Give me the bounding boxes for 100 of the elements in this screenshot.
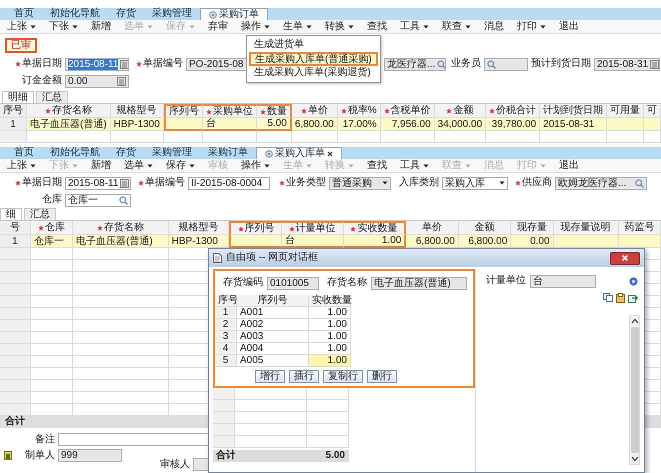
caret-icon xyxy=(72,164,78,168)
caret-icon xyxy=(423,164,429,168)
row-button[interactable]: 删行 xyxy=(367,370,397,383)
toolbar-button[interactable]: 生单 xyxy=(278,20,317,32)
close-button[interactable] xyxy=(610,252,640,264)
tab[interactable]: 采购订单 xyxy=(200,8,268,20)
tab[interactable]: 汇总 xyxy=(24,208,56,220)
toolbar-button[interactable]: 工具 xyxy=(395,20,434,32)
text-field[interactable]: 0101005 xyxy=(267,276,319,290)
tab[interactable]: 明细 xyxy=(2,91,34,103)
toolbar-button[interactable]: 联查 xyxy=(437,20,476,32)
tab[interactable]: 首页 xyxy=(6,8,42,20)
search-field[interactable]: 欧姆龙医疗器... xyxy=(555,176,647,190)
toolbar-button[interactable]: 保存 xyxy=(161,160,200,172)
tab[interactable]: 采购入库单 xyxy=(256,147,342,159)
toolbar-button[interactable]: 退出 xyxy=(554,20,584,32)
column-header: 含税单价 xyxy=(384,105,431,116)
field-label: 制单人 xyxy=(24,450,55,462)
toolbar-button[interactable]: 工具 xyxy=(395,160,434,172)
caret-icon xyxy=(30,164,36,168)
toolbar-button[interactable]: 退出 xyxy=(554,160,584,172)
column-header: 单价 xyxy=(422,222,442,233)
column-header: 可 xyxy=(647,105,658,116)
circle-icon xyxy=(265,150,273,158)
field-label: 单据日期 xyxy=(15,58,62,70)
table-cell: 台 xyxy=(282,235,344,248)
toolbar-button[interactable]: 查找 xyxy=(362,160,392,172)
table-cell: 2015-08-31 xyxy=(540,118,608,132)
field-label: 单据编号 xyxy=(138,177,185,189)
scrollbar[interactable] xyxy=(629,315,640,465)
row-number: 4 xyxy=(215,343,237,355)
field-label: 单据日期 xyxy=(15,177,62,189)
text-field[interactable]: 台 xyxy=(530,274,596,288)
tab[interactable]: 细 xyxy=(0,208,22,220)
toolbar-button[interactable]: 下张 xyxy=(44,20,83,32)
toolbar-button[interactable]: 消息 xyxy=(479,20,509,32)
menu-item[interactable]: 生成采购入库单(普通采购) xyxy=(249,52,378,66)
toolbar-button[interactable]: 弃审 xyxy=(203,20,233,32)
column-header: 实收数量 xyxy=(350,223,398,234)
table-cell: A003 xyxy=(237,331,309,343)
search-icon xyxy=(119,196,128,204)
caret-icon xyxy=(348,24,354,28)
toolbar-button[interactable]: 操作 xyxy=(236,20,275,32)
column-header: 序列号 xyxy=(238,223,275,234)
tab[interactable]: 存货 xyxy=(108,147,144,159)
column-header: 现存量说明 xyxy=(560,222,611,233)
column-header: 序号 xyxy=(215,295,237,307)
toolbar-button[interactable]: 打印 xyxy=(512,20,551,32)
toolbar-button[interactable]: 上张 xyxy=(2,20,41,32)
toolbar-button[interactable]: 选单 xyxy=(119,160,158,172)
toolbar-button[interactable]: 新增 xyxy=(86,160,116,172)
field-label: 业务类型 xyxy=(279,177,326,189)
column-header: 现存量 xyxy=(516,222,547,233)
number-field[interactable]: 0.00 xyxy=(65,74,129,88)
search-field[interactable]: 龙医疗器... xyxy=(384,58,446,70)
tab[interactable]: 存货 xyxy=(108,8,144,20)
scroll-thumb[interactable] xyxy=(630,327,638,453)
toolbar-button[interactable]: 新增 xyxy=(86,20,116,32)
tab[interactable]: 采购管理 xyxy=(144,8,200,20)
toolbar-button[interactable]: 上张 xyxy=(2,160,41,172)
tab[interactable]: 采购订单 xyxy=(200,147,256,159)
window-title: 自由项 -- 网页对话框 xyxy=(226,252,320,264)
close-icon xyxy=(327,150,333,156)
date-field[interactable]: 2015-08-31 xyxy=(594,58,660,70)
column-header: 号 xyxy=(10,222,20,233)
column-header: 单价 xyxy=(300,105,328,116)
table-cell: HBP-1300 xyxy=(110,118,164,132)
search-field[interactable] xyxy=(484,58,528,70)
circle-icon xyxy=(209,10,217,18)
row-button[interactable]: 插行 xyxy=(289,370,319,383)
column-header: 存货名称 xyxy=(44,105,92,116)
column-header: 金额 xyxy=(446,105,474,116)
total-value: 5.00 xyxy=(307,450,349,462)
clipboard-icon xyxy=(616,293,625,303)
toolbar-button[interactable]: 查找 xyxy=(362,20,392,32)
tab[interactable]: 初始化导航 xyxy=(42,8,108,20)
caret-icon xyxy=(147,164,153,168)
table-cell: 1.00 xyxy=(309,355,351,367)
caret-icon xyxy=(264,164,270,168)
table-row[interactable]: 1 电子血压器(普通) HBP-1300 台 5.00 6,800.00 17.00% 7,956.00 34,000.00 39,780.00 2015-08-31 xyxy=(0,118,661,132)
caret-icon xyxy=(499,181,505,185)
calendar-icon xyxy=(650,60,659,68)
text-field[interactable]: 999 xyxy=(58,449,122,462)
toolbar-button[interactable]: 转换 xyxy=(320,20,359,32)
row-button[interactable]: 复制行 xyxy=(323,370,363,383)
tab[interactable]: 首页 xyxy=(6,147,42,159)
row-button[interactable]: 增行 xyxy=(255,370,285,383)
status-badge: 已审 xyxy=(5,38,37,52)
tab[interactable]: 汇总 xyxy=(36,91,68,103)
text-field[interactable]: II-2015-08-0004 xyxy=(188,176,270,190)
column-header: 金额 xyxy=(474,222,495,233)
date-field[interactable]: 2015-08-11 xyxy=(65,58,129,70)
tab[interactable]: 采购管理 xyxy=(144,147,200,159)
search-icon xyxy=(487,60,496,68)
column-header: 仓库 xyxy=(38,222,65,233)
toolbar-button[interactable]: 操作 xyxy=(236,160,275,172)
column-header: 采购单位 xyxy=(206,106,253,117)
table-cell: 电子血压器(普通) xyxy=(27,118,111,132)
row-number: 1 xyxy=(215,307,237,319)
date-field[interactable]: 2015-08-11 xyxy=(65,176,131,190)
